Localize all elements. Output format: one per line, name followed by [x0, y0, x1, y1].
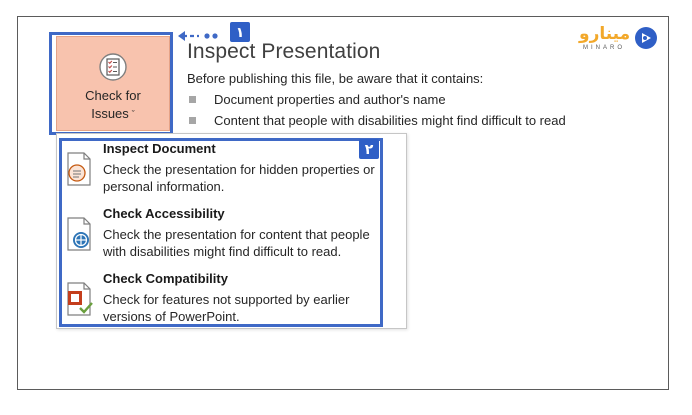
menu-item-check-compatibility[interactable]: Check Compatibility Check for features n… [60, 271, 380, 331]
check-for-issues-button[interactable]: Check for Issues ˇ [56, 36, 170, 131]
minaro-logo: مینارو MINARO [571, 24, 659, 58]
annotation-badge-2: ٢ [359, 139, 379, 159]
chevron-down-icon: ˇ [131, 109, 135, 119]
issues-label: Issues ˇ [91, 106, 135, 121]
inspect-title: Inspect Presentation [187, 40, 381, 63]
bullet-accessibility: Content that people with disabilities mi… [214, 113, 566, 128]
menu-item-inspect-document[interactable]: Inspect Document Check the presentation … [60, 141, 380, 201]
accessibility-icon [67, 217, 91, 251]
check-compatibility-description: Check for features not supported by earl… [103, 292, 350, 324]
compatibility-icon [67, 282, 93, 316]
check-accessibility-title: Check Accessibility [103, 206, 225, 221]
minaro-logo-icon [635, 27, 657, 49]
check-accessibility-description: Check the presentation for content that … [103, 227, 370, 259]
inspect-document-title: Inspect Document [103, 141, 216, 156]
bullet-properties: Document properties and author's name [214, 92, 446, 107]
inspect-document-icon [67, 152, 91, 186]
annotation-badge-1: ١ [230, 22, 250, 42]
inspect-intro: Before publishing this file, be aware th… [187, 71, 484, 86]
check-compatibility-title: Check Compatibility [103, 271, 228, 286]
check-for-label: Check for [85, 88, 141, 103]
bullet-icon [189, 96, 196, 103]
logo-text: مینارو [579, 24, 631, 44]
menu-item-check-accessibility[interactable]: Check Accessibility Check the presentati… [60, 206, 380, 266]
checklist-icon [99, 53, 127, 81]
inspect-document-description: Check the presentation for hidden proper… [103, 162, 375, 194]
bullet-icon [189, 117, 196, 124]
logo-subtext: MINARO [583, 45, 625, 51]
